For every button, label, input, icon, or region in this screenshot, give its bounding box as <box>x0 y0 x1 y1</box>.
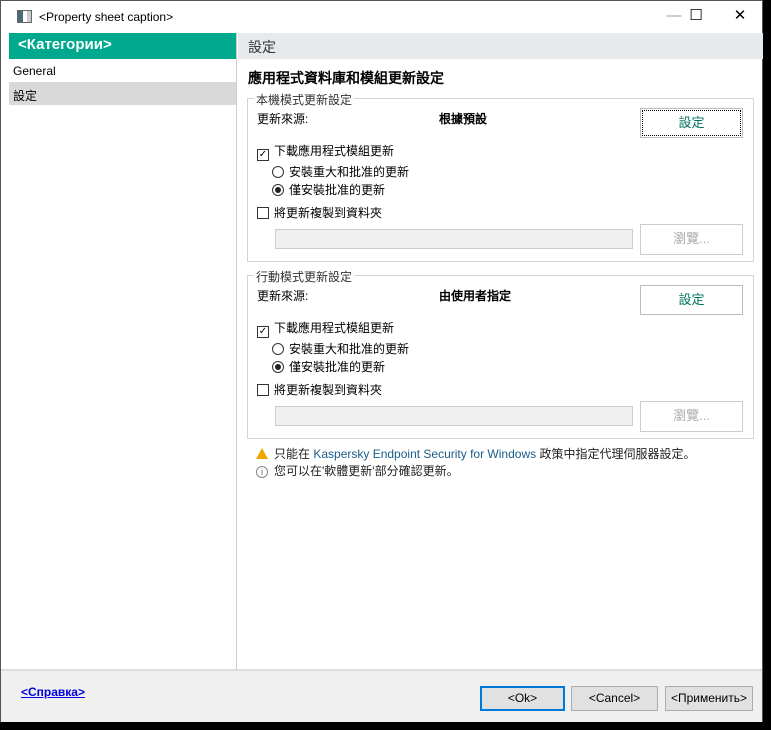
local-browse-button[interactable]: 瀏覽... <box>640 224 743 255</box>
page-heading: 應用程式資料庫和模組更新設定 <box>248 70 444 86</box>
download-updates-checkbox[interactable]: ✓ 下載應用程式模組更新 <box>257 142 394 161</box>
folder-path-input[interactable] <box>275 406 633 426</box>
maximize-button[interactable]: ☐ <box>681 5 711 29</box>
mobile-settings-button[interactable]: 設定 <box>640 285 743 315</box>
cancel-button[interactable]: <Cancel> <box>571 686 658 711</box>
radio-critical-and-approved[interactable]: 安裝重大和批准的更新 <box>272 340 409 357</box>
info-icon: i <box>256 466 268 478</box>
help-link[interactable]: <Справка> <box>21 685 85 699</box>
radio-critical-and-approved[interactable]: 安裝重大和批准的更新 <box>272 163 409 180</box>
footer: <Справка> <Ok> <Cancel> <Применить> <box>1 669 762 722</box>
info-note: i 您可以在'軟體更新'部分確認更新。 <box>256 462 695 479</box>
sidebar-item-general[interactable]: General <box>9 59 236 82</box>
title-bar: <Property sheet caption> — ☐ ✕ <box>1 1 762 33</box>
proxy-warning: 只能在 Kaspersky Endpoint Security for Wind… <box>256 445 695 462</box>
radio-approved-only[interactable]: 僅安裝批准的更新 <box>272 181 385 198</box>
source-label: 更新來源: <box>257 112 309 126</box>
info-text: 您可以在'軟體更新'部分確認更新。 <box>274 464 459 478</box>
radio-label: 安裝重大和批准的更新 <box>289 165 410 179</box>
radio-approved-only[interactable]: 僅安裝批准的更新 <box>272 358 385 375</box>
section-title: 設定 <box>238 33 763 59</box>
radio-selected-icon <box>272 361 284 373</box>
checkbox-label: 下載應用程式模組更新 <box>274 321 395 335</box>
checkbox-label: 將更新複製到資料夾 <box>274 383 383 397</box>
product-name: Kaspersky Endpoint Security for Windows <box>313 447 537 461</box>
source-label: 更新來源: <box>257 289 309 303</box>
group-label: 行動模式更新設定 <box>254 268 355 285</box>
warning-text: 只能在 <box>274 447 314 461</box>
group-label: 本機模式更新設定 <box>254 91 355 108</box>
radio-label: 安裝重大和批准的更新 <box>289 342 410 356</box>
radio-icon <box>272 343 284 355</box>
categories-header: <Категории> <box>9 33 236 59</box>
sidebar-item-settings[interactable]: 設定 <box>9 82 236 105</box>
close-button[interactable]: ✕ <box>725 5 755 29</box>
app-icon <box>17 10 32 23</box>
source-value: 由使用者指定 <box>439 289 512 303</box>
radio-selected-icon <box>272 184 284 196</box>
radio-label: 僅安裝批准的更新 <box>289 183 386 197</box>
copy-to-folder-checkbox[interactable]: 將更新複製到資料夾 <box>257 381 382 398</box>
mobile-browse-button[interactable]: 瀏覽... <box>640 401 743 432</box>
copy-to-folder-checkbox[interactable]: 將更新複製到資料夾 <box>257 204 382 221</box>
property-sheet-window: <Property sheet caption> — ☐ ✕ <Категори… <box>0 0 763 722</box>
checkbox-icon <box>257 207 269 219</box>
local-mode-group: 本機模式更新設定 更新來源: 根據預設 設定 ✓ 下載應用程式模組更新 安裝重大和… <box>247 91 754 262</box>
checkbox-icon <box>257 384 269 396</box>
checkbox-label: 下載應用程式模組更新 <box>274 144 395 158</box>
checkbox-checked-icon: ✓ <box>257 326 269 338</box>
window-title: <Property sheet caption> <box>39 10 174 24</box>
ok-button[interactable]: <Ok> <box>480 686 565 711</box>
notes: 只能在 Kaspersky Endpoint Security for Wind… <box>256 445 695 479</box>
source-value: 根據預設 <box>439 112 488 126</box>
category-sidebar: <Категории> General 設定 <box>9 33 237 669</box>
apply-button[interactable]: <Применить> <box>665 686 753 711</box>
radio-label: 僅安裝批准的更新 <box>289 360 386 374</box>
radio-icon <box>272 166 284 178</box>
folder-path-input[interactable] <box>275 229 633 249</box>
local-settings-button[interactable]: 設定 <box>640 108 743 138</box>
warning-text: 政策中指定代理伺服器設定。 <box>536 447 696 461</box>
download-updates-checkbox[interactable]: ✓ 下載應用程式模組更新 <box>257 319 394 338</box>
checkbox-checked-icon: ✓ <box>257 149 269 161</box>
settings-panel: 設定 應用程式資料庫和模組更新設定 本機模式更新設定 更新來源: 根據預設 設定… <box>238 33 763 669</box>
mobile-mode-group: 行動模式更新設定 更新來源: 由使用者指定 設定 ✓ 下載應用程式模組更新 安裝重… <box>247 268 754 439</box>
checkbox-label: 將更新複製到資料夾 <box>274 206 383 220</box>
warning-icon <box>256 448 268 459</box>
